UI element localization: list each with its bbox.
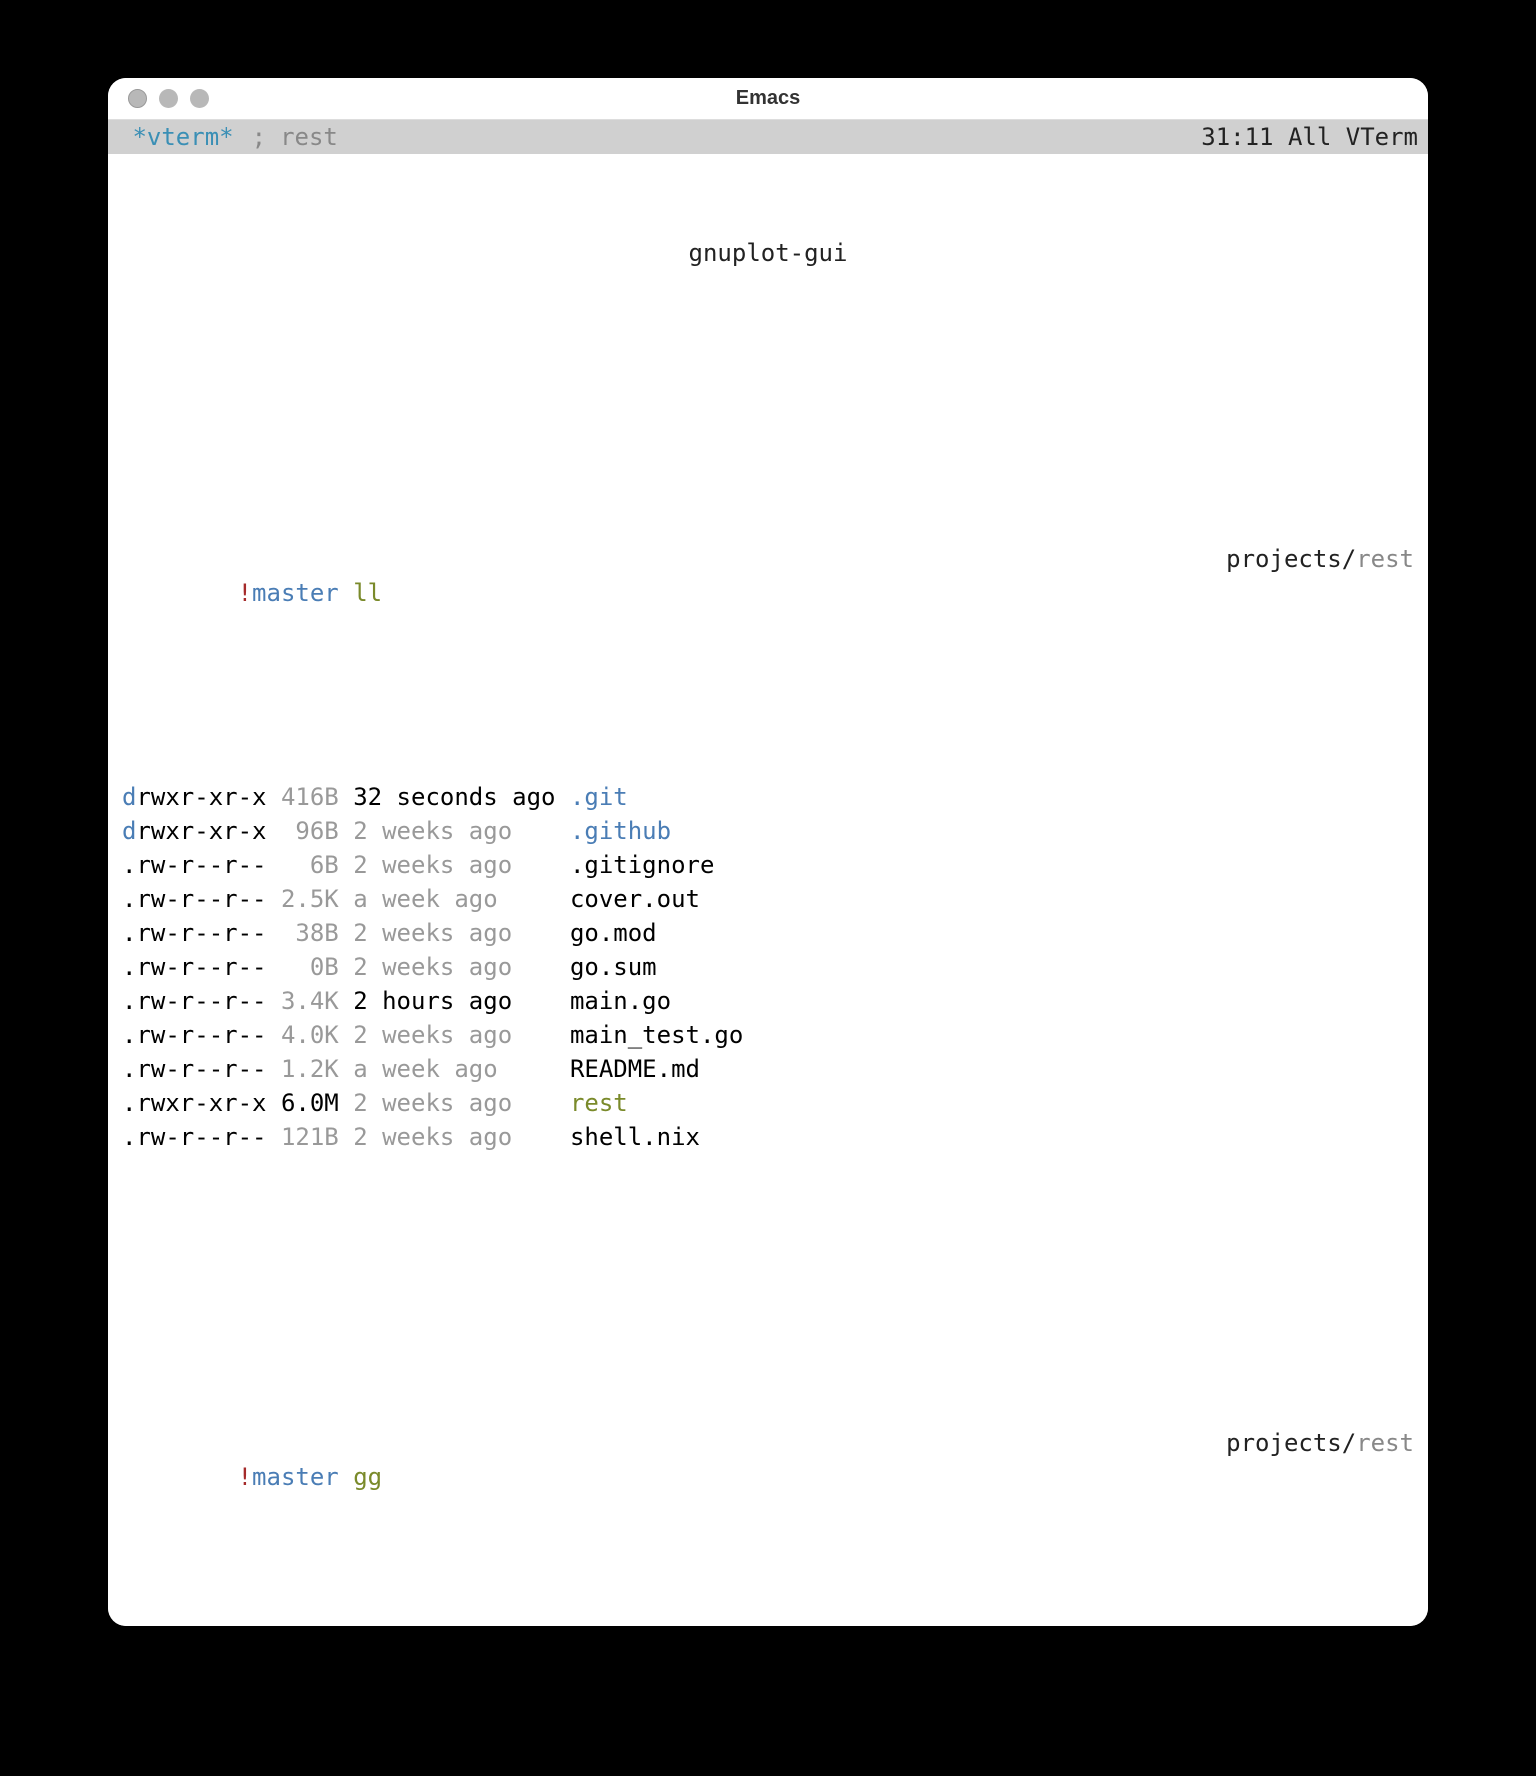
file-date: 2 hours ago [339, 987, 570, 1015]
perm-bits: rw-r--r-- [136, 953, 266, 981]
file-date: 2 weeks ago [339, 851, 570, 879]
file-row: .rw-r--r-- 0B 2 weeks ago go.sum [122, 950, 1414, 984]
file-row: .rw-r--r-- 6B 2 weeks ago .gitignore [122, 848, 1414, 882]
traffic-lights [128, 89, 209, 108]
file-size: 416B [267, 783, 339, 811]
modeline: *vterm* ; rest 31:11 All VTerm [108, 120, 1428, 154]
file-name: .github [570, 817, 671, 845]
prompt-path: projects/rest [1226, 1426, 1414, 1528]
file-size: 0B [267, 953, 339, 981]
perm-type: . [122, 851, 136, 879]
file-size: 6B [267, 851, 339, 879]
file-row: .rw-r--r-- 4.0K 2 weeks ago main_test.go [122, 1018, 1414, 1052]
file-size: 1.2K [267, 1055, 339, 1083]
perm-bits: rw-r--r-- [136, 987, 266, 1015]
perm-bits: rw-r--r-- [136, 1021, 266, 1049]
window-title: Emacs [108, 87, 1428, 110]
file-size: 38B [267, 919, 339, 947]
emacs-window: Emacs *vterm* ; rest 31:11 All VTerm gnu… [108, 78, 1428, 1626]
perm-bits: rw-r--r-- [136, 919, 266, 947]
prompt-path: projects/rest [1226, 542, 1414, 644]
file-date: 2 weeks ago [339, 817, 570, 845]
file-name: cover.out [570, 885, 700, 913]
modeline-context: rest [280, 123, 338, 151]
file-date: 2 weeks ago [339, 1123, 570, 1151]
perm-type: . [122, 1123, 136, 1151]
modeline-separator: ; [252, 123, 266, 151]
prompt-branch: master [252, 1463, 339, 1491]
perm-type: . [122, 1055, 136, 1083]
file-date: 2 weeks ago [339, 953, 570, 981]
prompt-command: ll [353, 579, 382, 607]
file-name: go.sum [570, 953, 657, 981]
buffer-name: *vterm* [132, 123, 233, 151]
file-size: 96B [267, 817, 339, 845]
prompt-bang: ! [238, 579, 252, 607]
file-date: 2 weeks ago [339, 1021, 570, 1049]
perm-type: . [122, 987, 136, 1015]
prompt-bang: ! [238, 1463, 252, 1491]
perm-type: d [122, 817, 136, 845]
file-row: .rw-r--r-- 1.2K a week ago README.md [122, 1052, 1414, 1086]
file-name: main.go [570, 987, 671, 1015]
page-header: gnuplot-gui [122, 236, 1414, 270]
file-name: go.mod [570, 919, 657, 947]
perm-bits: rwxr-xr-x [136, 1089, 266, 1117]
zoom-button[interactable] [190, 89, 209, 108]
file-name: shell.nix [570, 1123, 700, 1151]
prompt-command: gg [353, 1463, 382, 1491]
file-name: README.md [570, 1055, 700, 1083]
perm-type: . [122, 953, 136, 981]
perm-bits: rw-r--r-- [136, 851, 266, 879]
perm-bits: rwxr-xr-x [136, 817, 266, 845]
blank-line [122, 1256, 1414, 1290]
prompt-branch: master [252, 579, 339, 607]
terminal[interactable]: gnuplot-gui !master ll projects/rest drw… [108, 154, 1428, 1626]
file-date: 2 weeks ago [339, 919, 570, 947]
file-size: 6.0M [267, 1089, 339, 1117]
file-date: a week ago [339, 1055, 570, 1083]
file-size: 4.0K [267, 1021, 339, 1049]
perm-type: . [122, 885, 136, 913]
file-row: drwxr-xr-x 416B 32 seconds ago .git [122, 780, 1414, 814]
perm-type: . [122, 919, 136, 947]
file-row: .rw-r--r-- 2.5K a week ago cover.out [122, 882, 1414, 916]
file-size: 2.5K [267, 885, 339, 913]
file-row: .rw-r--r-- 121B 2 weeks ago shell.nix [122, 1120, 1414, 1154]
prompt-row-2: !master gg projects/rest [122, 1426, 1414, 1528]
modeline-left: *vterm* ; rest [118, 123, 338, 151]
file-date: 2 weeks ago [339, 1089, 570, 1117]
modeline-position: 31:11 All VTerm [1201, 123, 1418, 151]
file-row: drwxr-xr-x 96B 2 weeks ago .github [122, 814, 1414, 848]
minimize-button[interactable] [159, 89, 178, 108]
prompt-row-1: !master ll projects/rest [122, 542, 1414, 644]
perm-type: . [122, 1089, 136, 1117]
perm-bits: rw-r--r-- [136, 885, 266, 913]
file-row: .rw-r--r-- 3.4K 2 hours ago main.go [122, 984, 1414, 1018]
blank-line [122, 372, 1414, 406]
file-row: .rwxr-xr-x 6.0M 2 weeks ago rest [122, 1086, 1414, 1120]
file-name: rest [570, 1089, 628, 1117]
file-size: 121B [267, 1123, 339, 1151]
file-name: .git [570, 783, 628, 811]
perm-bits: rwxr-xr-x [136, 783, 266, 811]
close-button[interactable] [128, 89, 147, 108]
file-listing: drwxr-xr-x 416B 32 seconds ago .gitdrwxr… [122, 780, 1414, 1154]
perm-bits: rw-r--r-- [136, 1123, 266, 1151]
file-date: a week ago [339, 885, 570, 913]
file-name: .gitignore [570, 851, 715, 879]
titlebar: Emacs [108, 78, 1428, 120]
file-name: main_test.go [570, 1021, 743, 1049]
perm-type: . [122, 1021, 136, 1049]
file-size: 3.4K [267, 987, 339, 1015]
file-date: 32 seconds ago [339, 783, 570, 811]
perm-bits: rw-r--r-- [136, 1055, 266, 1083]
file-row: .rw-r--r-- 38B 2 weeks ago go.mod [122, 916, 1414, 950]
perm-type: d [122, 783, 136, 811]
